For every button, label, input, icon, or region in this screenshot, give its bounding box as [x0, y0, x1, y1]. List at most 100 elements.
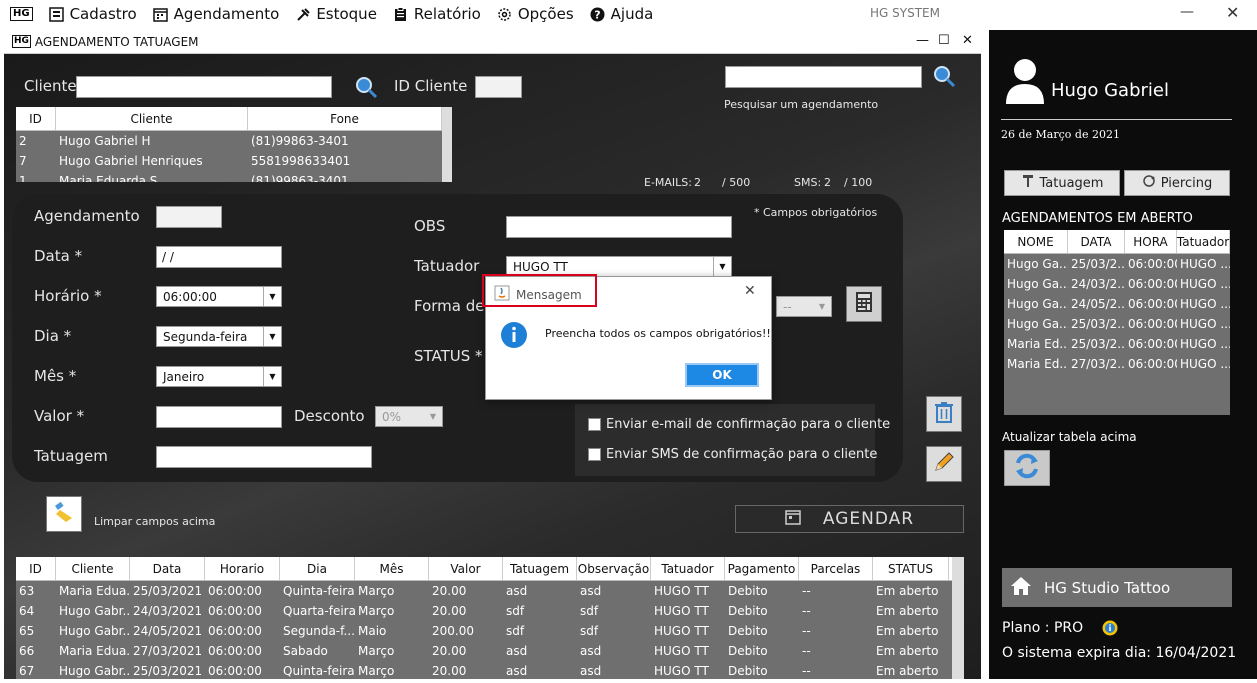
menu-label: Cadastro [69, 5, 137, 23]
search-agendamento-icon[interactable] [932, 64, 956, 92]
menu-agendamento[interactable]: Agendamento [153, 5, 279, 23]
table-row[interactable]: Maria Ed... 25/03/2... 06:00:00 HUGO ... [1004, 334, 1230, 354]
search-icon[interactable] [354, 75, 378, 103]
frame-close-button[interactable]: ✕ [962, 33, 973, 48]
column-header[interactable]: NOME [1004, 230, 1068, 253]
frame-minimize-button[interactable]: — [916, 33, 929, 48]
table-row[interactable]: 67 Hugo Gabr... 25/03/2021 06:00:00 Quinta-f… [16, 661, 964, 679]
menu-ajuda[interactable]: ? Ajuda [590, 5, 653, 23]
column-header[interactable]: HORA [1125, 230, 1177, 253]
column-header[interactable]: DATA [1068, 230, 1125, 253]
edit-button[interactable] [926, 446, 962, 482]
cell: 25/03/2... [1071, 317, 1125, 331]
cell: 27/03/2... [1071, 357, 1125, 371]
column-header[interactable]: ID [16, 557, 56, 580]
table-row[interactable]: Hugo Ga... 25/03/2... 06:00:00 HUGO ... [1004, 314, 1230, 334]
appointments-table-scrollbar[interactable] [952, 557, 964, 679]
column-header[interactable]: Observação [577, 557, 651, 580]
agendamento-id-input[interactable] [156, 206, 222, 228]
menu-opcoes[interactable]: Opções [497, 5, 574, 23]
appointments-table[interactable]: ID Cliente Data Horario Dia Mês Valor Tatuagem O… [16, 557, 964, 679]
column-header[interactable]: Valor [429, 557, 503, 580]
id-cliente-label: ID Cliente [394, 77, 468, 95]
dialog-close-button[interactable]: ✕ [744, 283, 756, 299]
piercing-filter-button[interactable]: Piercing [1124, 170, 1230, 196]
cell: 06:00:00 [1128, 257, 1177, 271]
menu-estoque[interactable]: Estoque [295, 5, 377, 23]
menu-cadastro[interactable]: Cadastro [49, 5, 137, 23]
cell: 63 [19, 584, 35, 598]
agendar-button[interactable]: AGENDAR [735, 505, 964, 533]
sms-confirm-checkbox[interactable]: Enviar SMS de confirmação para o cliente [588, 447, 877, 462]
frame-maximize-button[interactable]: ☐ [938, 33, 950, 48]
sms-count: 2 [824, 176, 831, 189]
studio-banner: HG Studio Tattoo [1002, 568, 1232, 607]
column-header[interactable]: Mês [355, 557, 429, 580]
table-row[interactable]: 65 Hugo Gabr... 24/05/2021 06:00:00 Segunda-… [16, 621, 964, 641]
cell: HUGO TT [654, 624, 709, 638]
piercing-icon [1142, 174, 1156, 192]
tatuagem-input[interactable] [156, 446, 372, 468]
calculator-button[interactable] [846, 286, 882, 322]
window-minimize-button[interactable]: — [1180, 4, 1194, 20]
tatuagem-filter-button[interactable]: Tatuagem [1004, 170, 1120, 196]
desconto-select[interactable]: 0% ▼ [375, 406, 443, 427]
window-close-button[interactable]: ✕ [1226, 3, 1239, 22]
column-header[interactable]: Data [130, 557, 205, 580]
column-header[interactable]: Tatuagem [503, 557, 577, 580]
client-table[interactable]: ID Cliente Fone 2 Hugo Gabriel H (81)998… [16, 107, 452, 182]
email-confirm-checkbox[interactable]: Enviar e-mail de confirmação para o clie… [588, 417, 890, 432]
cell: -- [802, 584, 811, 598]
cell: 25/03/2... [1071, 257, 1125, 271]
open-appointments-table[interactable]: NOME DATA HORA Tatuador Hugo Ga... 25/03/2..… [1004, 230, 1230, 415]
column-header[interactable]: Horario [205, 557, 280, 580]
agendamento-label: Agendamento [34, 207, 140, 225]
limpar-button[interactable] [46, 496, 82, 532]
column-header[interactable]: Dia [280, 557, 355, 580]
sms-label: SMS: [794, 176, 822, 189]
data-input[interactable]: / / [156, 246, 282, 268]
cell: 06:00:00 [208, 664, 262, 678]
dia-select[interactable]: Segunda-feira ▼ [156, 326, 282, 347]
table-row[interactable]: Hugo Ga... 24/05/2... 06:00:00 HUGO ... [1004, 294, 1230, 314]
table-row[interactable]: 64 Hugo Gabr... 24/03/2021 06:00:00 Quarta-f… [16, 601, 964, 621]
valor-input[interactable] [156, 406, 282, 428]
client-table-scrollbar[interactable] [442, 107, 452, 182]
obs-input[interactable] [506, 216, 732, 238]
parcelas-select[interactable]: -- ▼ [776, 296, 832, 317]
system-title: HG SYSTEM [870, 6, 940, 20]
table-row[interactable]: 7 Hugo Gabriel Henriques 5581998633401 [16, 151, 452, 171]
table-row[interactable]: 2 Hugo Gabriel H (81)99863-3401 [16, 131, 452, 151]
mes-select[interactable]: Janeiro ▼ [156, 366, 282, 387]
table-row[interactable]: 63 Maria Edua... 25/03/2021 06:00:00 Quinta-… [16, 581, 964, 601]
column-header[interactable]: Tatuador [651, 557, 725, 580]
column-header[interactable]: Fone [248, 107, 442, 130]
ok-button[interactable]: OK [685, 363, 759, 387]
column-header[interactable]: STATUS [873, 557, 949, 580]
column-header[interactable]: Cliente [56, 107, 248, 130]
id-cliente-input[interactable] [475, 76, 522, 98]
column-header[interactable]: Cliente [56, 557, 130, 580]
column-header[interactable]: Parcelas [799, 557, 873, 580]
refresh-button[interactable] [1004, 450, 1050, 486]
checkbox-box[interactable] [588, 418, 601, 431]
cell: 20.00 [432, 584, 467, 598]
table-row[interactable]: Hugo Ga... 25/03/2... 06:00:00 HUGO ... [1004, 254, 1230, 274]
cell: 06:00:00 [208, 604, 262, 618]
column-header[interactable]: Tatuador [1177, 230, 1230, 253]
delete-button[interactable] [926, 396, 962, 432]
column-header[interactable]: Pagamento [725, 557, 799, 580]
cell: 06:00:00 [208, 644, 262, 658]
table-row[interactable]: Maria Ed... 27/03/2... 06:00:00 HUGO ... [1004, 354, 1230, 374]
table-row[interactable]: Hugo Ga... 24/03/2... 06:00:00 HUGO ... [1004, 274, 1230, 294]
table-row[interactable]: 1 Maria Eduarda S (81)99863-3401 [16, 171, 452, 182]
checkbox-box[interactable] [588, 448, 601, 461]
menu-relatorio[interactable]: Relatório [393, 5, 481, 23]
cell: HUGO TT [654, 604, 709, 618]
horario-select[interactable]: 06:00:00 ▼ [156, 286, 282, 307]
cell: 2 [19, 134, 27, 148]
pesquisar-input[interactable] [725, 66, 922, 88]
cliente-input[interactable] [76, 76, 332, 98]
table-row[interactable]: 66 Maria Edua... 27/03/2021 06:00:00 Sabado M… [16, 641, 964, 661]
column-header[interactable]: ID [16, 107, 56, 130]
